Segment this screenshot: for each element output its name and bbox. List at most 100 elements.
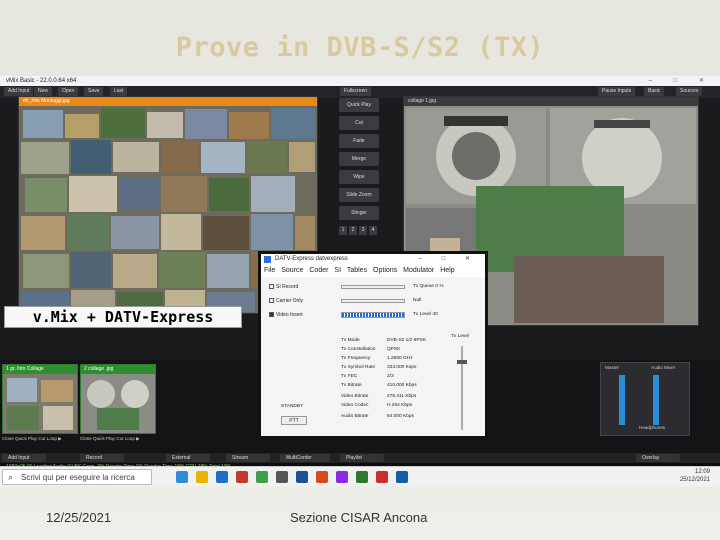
tx-level-slider-knob[interactable] bbox=[457, 360, 467, 364]
menu-si-tables[interactable]: SI Tables bbox=[334, 267, 367, 274]
param-key: Tx Bitrate bbox=[341, 383, 362, 388]
input-1-controls[interactable]: Close Quick Play Cut Loop ▶ bbox=[2, 436, 62, 442]
record-button[interactable]: Record bbox=[80, 454, 124, 462]
datv-taskbar-icon[interactable] bbox=[396, 471, 408, 483]
slide-zoom-button[interactable]: Slide Zoom bbox=[339, 188, 379, 202]
datv-title-bar: DATV-Express datvexpress – □ ✕ bbox=[261, 254, 485, 265]
null-text: Null bbox=[413, 298, 422, 303]
datv-title: DATV-Express datvexpress bbox=[275, 256, 348, 262]
footer-organization: Sezione CISAR Ancona bbox=[290, 510, 428, 525]
param-value: 275.411 Kbps bbox=[387, 394, 417, 399]
window-controls[interactable]: – □ ✕ bbox=[649, 76, 714, 86]
fullscreen-button[interactable]: Fullscreen bbox=[340, 87, 372, 96]
menu-coder[interactable]: Coder bbox=[309, 267, 328, 274]
multicorder-button[interactable]: MultiCorder bbox=[280, 454, 330, 462]
null-bar bbox=[341, 299, 405, 303]
tx-level-slider-track[interactable] bbox=[461, 346, 463, 430]
clock-time: 12:09 bbox=[694, 469, 710, 475]
search-placeholder: Scrivi qui per eseguire la ricerca bbox=[21, 473, 135, 482]
menu-source[interactable]: Source bbox=[281, 267, 303, 274]
menu-options[interactable]: Options bbox=[373, 267, 397, 274]
input-2-controls[interactable]: Close Quick Play Cut Loop ▶ bbox=[80, 436, 140, 442]
overlay-button[interactable]: Overlay bbox=[636, 454, 680, 462]
taskbar-search[interactable]: ⌕ Scrivi qui per eseguire la ricerca bbox=[2, 469, 152, 485]
file-explorer-icon[interactable] bbox=[196, 471, 208, 483]
clock-date: 25/12/2021 bbox=[679, 477, 710, 483]
datv-app-icon bbox=[264, 256, 271, 263]
menu-help[interactable]: Help bbox=[440, 267, 454, 274]
param-value: 333.000 Ksps bbox=[387, 365, 417, 370]
bottom-button-bar: Add Input Record External Stream MultiCo… bbox=[0, 453, 720, 463]
search-icon: ⌕ bbox=[8, 472, 14, 482]
menu-modulator[interactable]: Modulator bbox=[403, 267, 434, 274]
datv-express-window: DATV-Express datvexpress – □ ✕ File Sour… bbox=[261, 254, 485, 436]
master-label: Master bbox=[605, 365, 620, 370]
new-button[interactable]: New bbox=[34, 87, 53, 96]
app-icon-6[interactable] bbox=[336, 471, 348, 483]
audio-mixer-panel: Master Audio Mixer Headphones bbox=[600, 362, 690, 436]
tx-queue-bar bbox=[341, 285, 405, 289]
edge-icon[interactable] bbox=[216, 471, 228, 483]
wipe-button[interactable]: Wipe bbox=[339, 170, 379, 184]
param-key: Video Codec bbox=[341, 403, 369, 408]
basic-button[interactable]: Basic bbox=[644, 87, 665, 96]
windows-taskbar: ⌕ Scrivi qui per eseguire la ricerca 12:… bbox=[0, 466, 720, 486]
input-1-image bbox=[3, 374, 77, 433]
taskbar-clock: 12:09 25/12/2021 bbox=[680, 468, 710, 484]
stream-button[interactable]: Stream bbox=[226, 454, 270, 462]
datv-express-frame: DATV-Express datvexpress – □ ✕ File Sour… bbox=[258, 251, 488, 439]
task-view-icon[interactable] bbox=[176, 471, 188, 483]
preview-title: dir_foto Montaggi.jpg bbox=[19, 97, 317, 106]
param-value: 64.000 Kbps bbox=[387, 414, 414, 419]
save-button[interactable]: Save bbox=[84, 87, 104, 96]
transition-2-button[interactable]: 2 bbox=[349, 226, 357, 235]
datv-window-controls[interactable]: – □ ✕ bbox=[419, 254, 479, 265]
app-icon-7[interactable] bbox=[356, 471, 368, 483]
master-meter bbox=[619, 375, 625, 425]
slide-caption: v.Mix + DATV-Express bbox=[4, 306, 242, 328]
param-value: QPSK bbox=[387, 347, 401, 352]
stinger-button[interactable]: Stinger bbox=[339, 206, 379, 220]
transition-3-button[interactable]: 3 bbox=[359, 226, 367, 235]
playlist-button[interactable]: Playlist bbox=[340, 454, 384, 462]
app-icon-2[interactable] bbox=[256, 471, 268, 483]
tx-queue-text: Tx Queue 0 % bbox=[413, 284, 444, 289]
app-icon-4[interactable] bbox=[296, 471, 308, 483]
tx-level-bar bbox=[341, 312, 405, 318]
vmix-taskbar-icon[interactable] bbox=[376, 471, 388, 483]
headphones-meter bbox=[653, 375, 659, 425]
vmix-title: vMix Basic - 22.0.0.64 x64 bbox=[6, 78, 77, 84]
param-value: 1.2960 GHz bbox=[387, 356, 413, 361]
add-input-button[interactable]: Add Input bbox=[2, 454, 46, 462]
menu-file[interactable]: File bbox=[264, 267, 275, 274]
fade-button[interactable]: Fade bbox=[339, 134, 379, 148]
input-2-thumbnail[interactable]: 2 collage .jpg bbox=[80, 364, 156, 434]
vmix-title-bar: vMix Basic - 22.0.0.64 x64 – □ ✕ bbox=[0, 76, 720, 86]
cut-button[interactable]: Cut bbox=[339, 116, 379, 130]
output-title: collage 1.jpg bbox=[404, 97, 698, 106]
carrier-only-checkbox[interactable]: Carrier Only bbox=[269, 298, 303, 304]
add-input-menu[interactable]: Add Input bbox=[4, 87, 34, 96]
transition-1-button[interactable]: 1 bbox=[339, 226, 347, 235]
external-button[interactable]: External bbox=[166, 454, 210, 462]
si-record-checkbox[interactable]: SI Record bbox=[269, 284, 298, 290]
open-button[interactable]: Open bbox=[58, 87, 79, 96]
sources-button[interactable]: Sources bbox=[676, 87, 703, 96]
param-key: Tx Constellation bbox=[341, 347, 376, 352]
app-icon-3[interactable] bbox=[276, 471, 288, 483]
tx-level-text: Tx Level 40 bbox=[413, 312, 438, 317]
merge-button[interactable]: Merge bbox=[339, 152, 379, 166]
last-button[interactable]: Last bbox=[110, 87, 128, 96]
app-icon-1[interactable] bbox=[236, 471, 248, 483]
input-1-thumbnail[interactable]: 1 gr. foto Collage bbox=[2, 364, 78, 434]
input-2-title: 2 collage .jpg bbox=[81, 365, 155, 374]
ptt-button[interactable]: PTT bbox=[281, 416, 307, 425]
transition-4-button[interactable]: 4 bbox=[369, 226, 377, 235]
param-key: Tx Symbol Rate bbox=[341, 365, 376, 370]
video-insert-checkbox[interactable]: Video Insert bbox=[269, 312, 303, 318]
quick-play-button[interactable]: Quick Play bbox=[339, 98, 379, 112]
app-icon-5[interactable] bbox=[316, 471, 328, 483]
tx-level-label: Tx Level bbox=[451, 334, 470, 339]
datv-menu-bar: File Source Coder SI Tables Options Modu… bbox=[261, 265, 485, 277]
pause-inputs-button[interactable]: Pause Inputs bbox=[598, 87, 636, 96]
